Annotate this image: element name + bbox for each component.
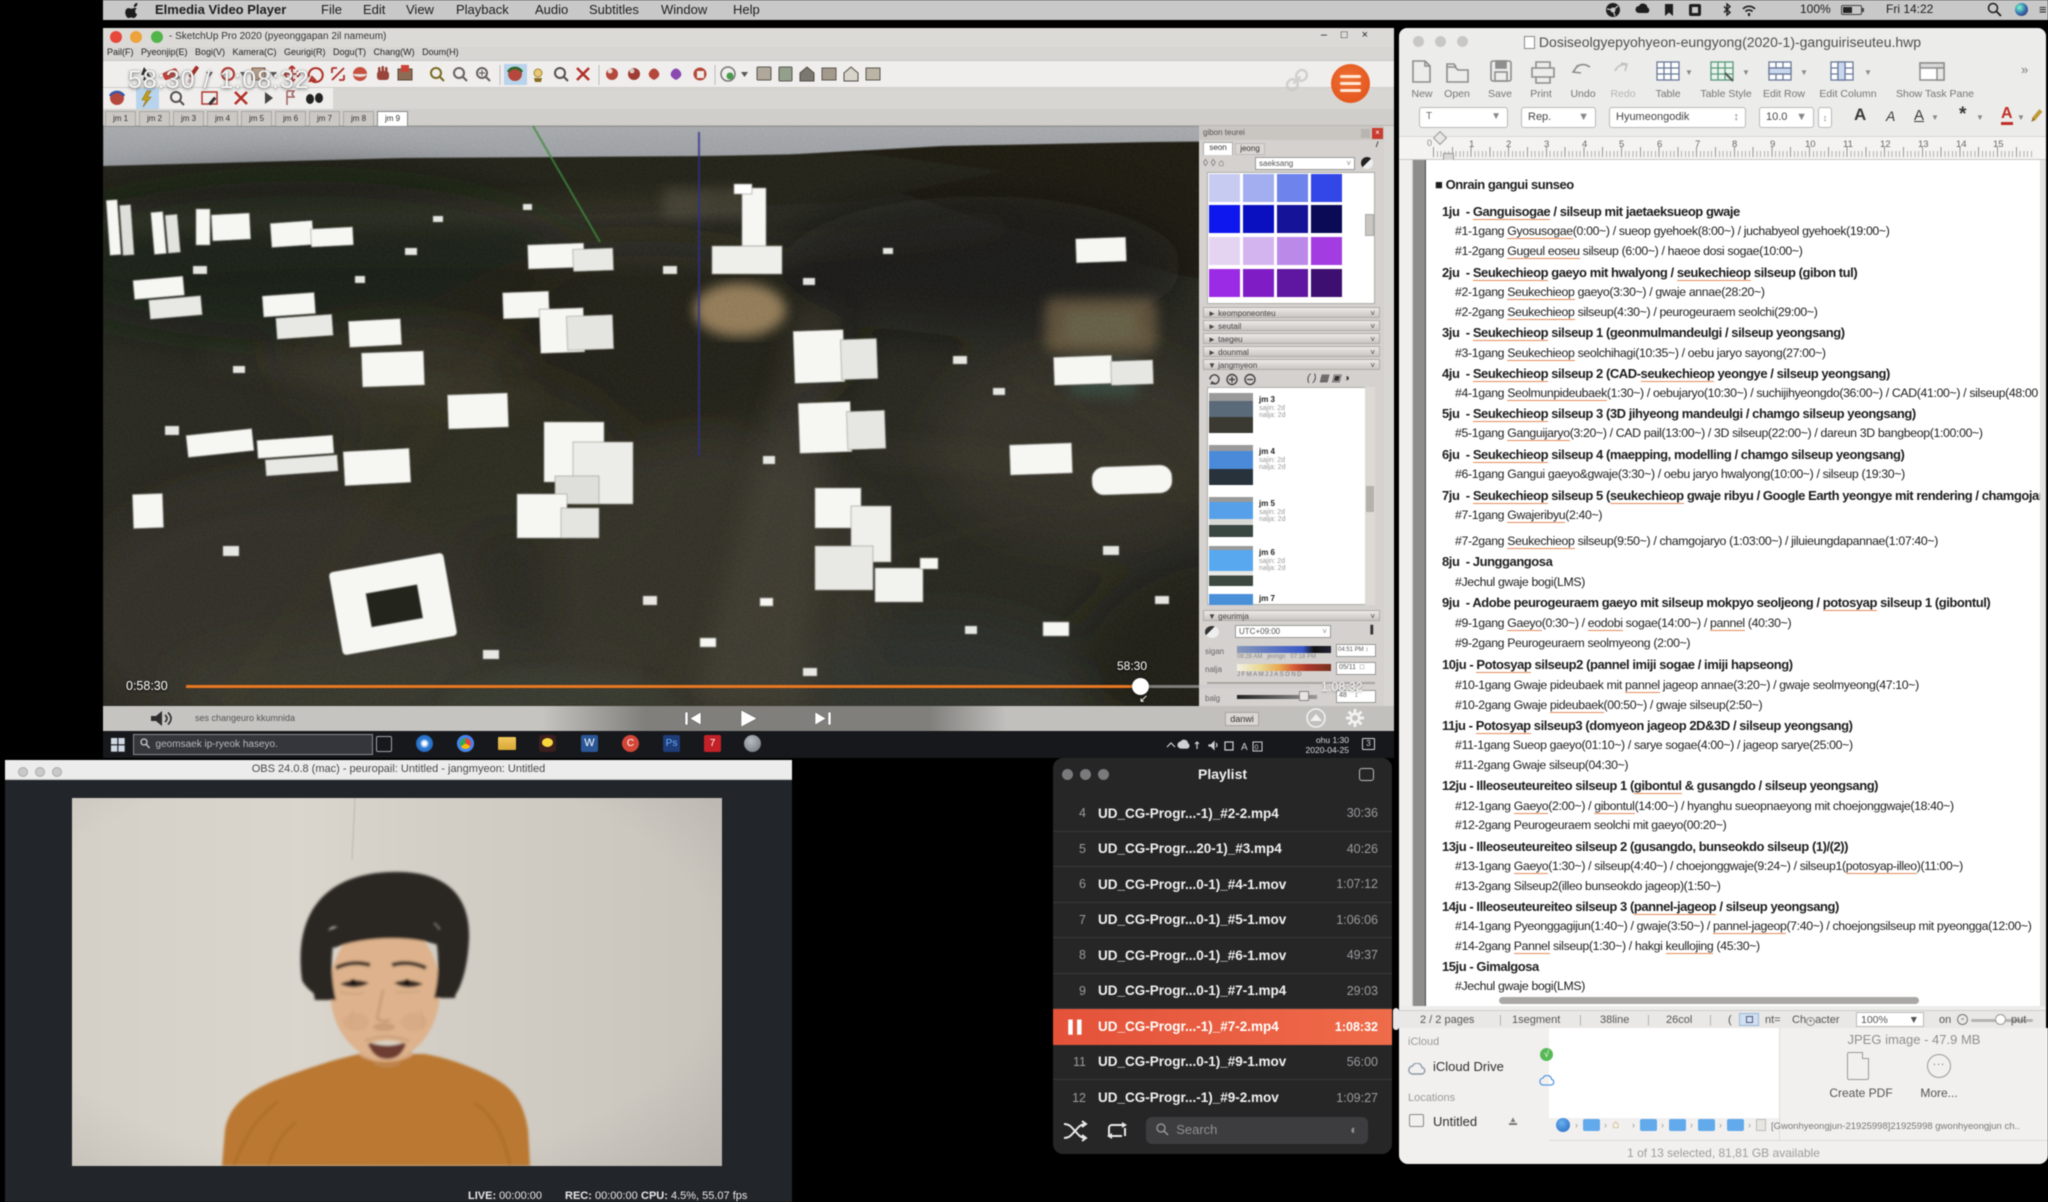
svg-text:Print: Print bbox=[1530, 88, 1552, 100]
svg-text:Edit Row: Edit Row bbox=[1763, 88, 1805, 100]
svg-text:▼: ▼ bbox=[1742, 68, 1750, 77]
svg-text:Table: Table bbox=[1655, 88, 1680, 100]
svg-text:0: 0 bbox=[1255, 745, 1259, 752]
svg-text:Edit Column: Edit Column bbox=[1819, 88, 1876, 100]
svg-text:▼: ▼ bbox=[1685, 68, 1693, 77]
svg-text:▼: ▼ bbox=[1800, 68, 1808, 77]
svg-text:Show Task Pane: Show Task Pane bbox=[1896, 88, 1974, 100]
svg-text:Table Style: Table Style bbox=[1700, 88, 1752, 100]
svg-text:New: New bbox=[1411, 88, 1432, 100]
svg-text:Save: Save bbox=[1488, 88, 1512, 100]
svg-text:A: A bbox=[1241, 742, 1248, 752]
svg-text:▼: ▼ bbox=[1864, 68, 1872, 77]
svg-text:Redo: Redo bbox=[1610, 88, 1635, 100]
svg-text:Undo: Undo bbox=[1570, 88, 1595, 100]
svg-text:Open: Open bbox=[1444, 88, 1470, 100]
svg-text:»: » bbox=[2021, 62, 2028, 77]
